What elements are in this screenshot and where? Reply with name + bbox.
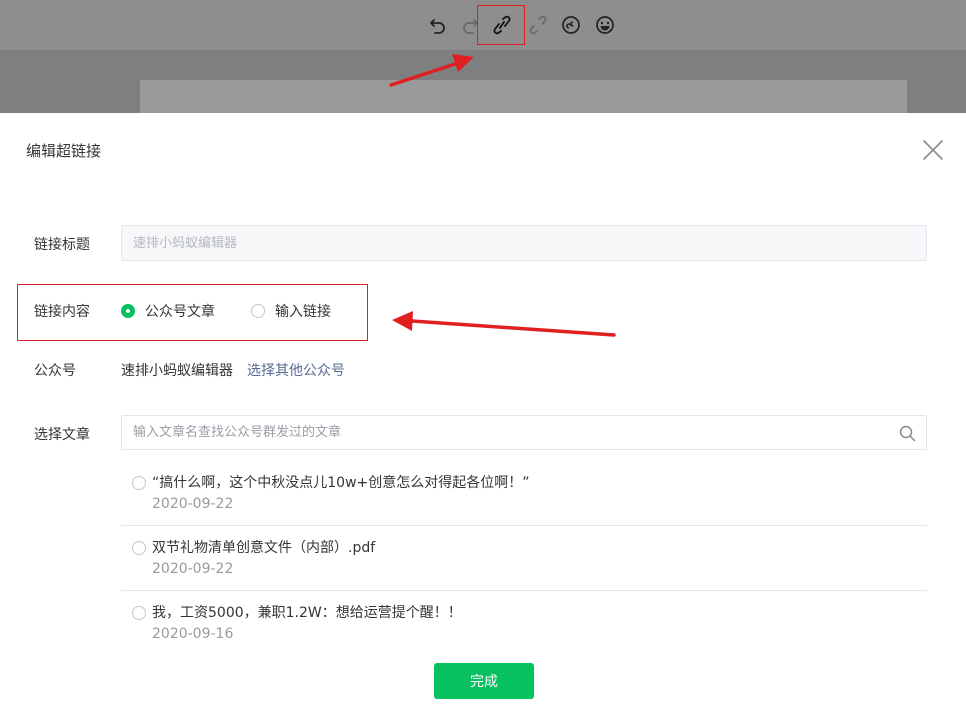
choose-other-account-link[interactable]: 选择其他公众号 — [247, 360, 345, 380]
edit-hyperlink-dialog: 编辑超链接 链接标题 链接内容 公众号文章 输入链接 公众号 速排小蚂蚁编辑器 … — [0, 113, 966, 720]
done-button[interactable]: 完成 — [434, 663, 534, 699]
search-icon[interactable] — [899, 425, 916, 442]
editor-sheet — [140, 80, 907, 113]
article-date: 2020-09-22 — [152, 496, 234, 512]
mini-program-icon[interactable] — [559, 13, 583, 37]
article-list-item[interactable]: 双节礼物清单创意文件（内部）.pdf 2020-09-22 — [121, 525, 927, 589]
account-name: 速排小蚂蚁编辑器 — [121, 363, 233, 379]
radio-input-link[interactable]: 输入链接 — [251, 301, 331, 321]
article-title: “搞什么啊，这个中秋没点儿10w+创意怎么对得起各位啊！” — [152, 475, 530, 491]
article-search-input[interactable] — [122, 416, 904, 449]
select-article-label: 选择文章 — [34, 427, 90, 443]
account-label: 公众号 — [34, 363, 76, 379]
article-radio-icon[interactable] — [132, 606, 146, 620]
article-title: 双节礼物清单创意文件（内部）.pdf — [152, 540, 376, 556]
article-list-item[interactable]: “搞什么啊，这个中秋没点儿10w+创意怎么对得起各位啊！” 2020-09-22 — [121, 460, 927, 524]
link-content-label: 链接内容 — [34, 304, 90, 320]
article-radio-icon[interactable] — [132, 541, 146, 555]
undo-icon[interactable] — [426, 13, 450, 37]
link-title-label: 链接标题 — [34, 237, 90, 253]
unlink-icon[interactable] — [526, 13, 550, 37]
article-date: 2020-09-16 — [152, 626, 234, 642]
emoji-icon[interactable] — [593, 13, 617, 37]
dialog-title: 编辑超链接 — [26, 142, 102, 160]
radio-checked-icon[interactable] — [121, 304, 135, 318]
link-icon-highlight — [477, 5, 525, 45]
article-radio-icon[interactable] — [132, 476, 146, 490]
close-icon[interactable] — [920, 137, 946, 163]
article-title: 我，工资5000，兼职1.2W：想给运营提个醒！！ — [152, 605, 462, 621]
article-list-item[interactable]: 我，工资5000，兼职1.2W：想给运营提个醒！！ 2020-09-16 — [121, 590, 927, 654]
radio-unchecked-icon[interactable] — [251, 304, 265, 318]
article-search-box[interactable] — [121, 415, 927, 450]
radio-official-article[interactable]: 公众号文章 — [121, 301, 215, 321]
radio-input-link-label: 输入链接 — [275, 304, 331, 320]
link-title-input[interactable] — [121, 225, 927, 261]
radio-official-article-label: 公众号文章 — [145, 304, 215, 320]
article-date: 2020-09-22 — [152, 561, 234, 577]
